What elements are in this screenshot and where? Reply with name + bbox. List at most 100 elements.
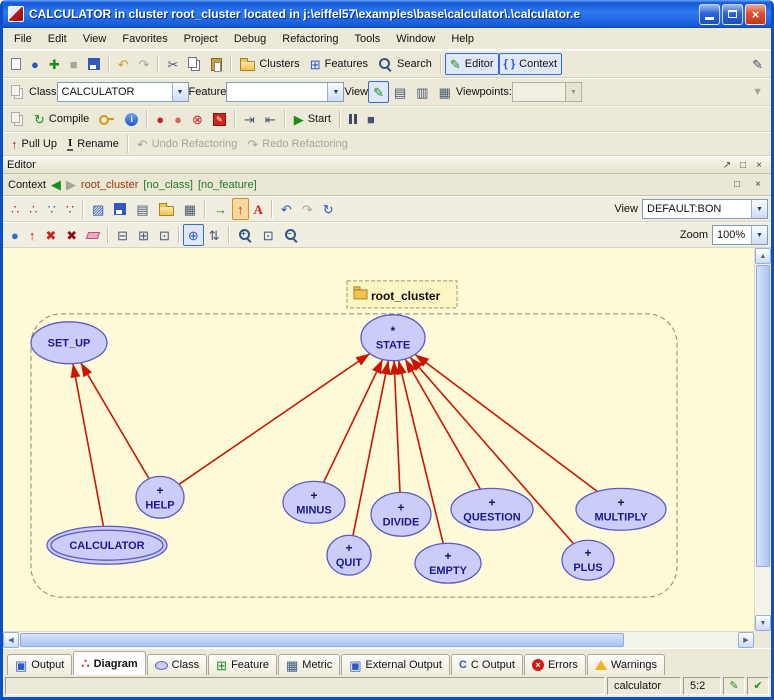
zoom-value[interactable]: 100% [713,226,751,244]
inheritance-tool-button[interactable]: ↑ [232,198,249,220]
scroll-left-icon[interactable]: ◀ [3,632,19,648]
show-grid-button[interactable]: ▦ [179,198,201,220]
close-context-button[interactable]: × [750,177,766,192]
tab-feature[interactable]: ⊞Feature [208,654,277,675]
finalize-button[interactable]: ⊗ [187,108,208,130]
diagram-refresh-button[interactable]: ↻ [318,198,339,220]
context-toggle-button[interactable]: { }Context [499,53,563,75]
tab-metric[interactable]: ▦Metric [278,654,340,675]
tab-class[interactable]: Class [147,654,208,675]
class-node-divide[interactable]: +DIVIDE [371,492,431,536]
vertical-scroll-thumb[interactable] [756,265,770,567]
close-button[interactable]: × [745,4,766,25]
cut-button[interactable]: ✂ [162,53,183,75]
inheritance-links-button[interactable]: ∵ [43,198,61,220]
remove-from-diagram-button[interactable]: ✖ [61,224,82,246]
c-compile-button[interactable]: ✎ [208,108,231,130]
client-supplier-tool-button[interactable]: → [209,198,232,220]
client-link-calculator-set_up[interactable] [73,364,104,531]
diagram-undo-button[interactable]: ↶ [276,198,297,220]
diagram-view-combobox[interactable]: DEFAULT:BON ▼ [642,199,768,219]
zoom-arrow-icon[interactable]: ▼ [751,226,767,244]
menu-window[interactable]: Window [388,30,443,48]
rename-button[interactable]: IRename [62,133,124,155]
stop-process-button[interactable]: ■ [65,53,83,75]
pause-button[interactable] [344,108,362,130]
diagram-view-arrow-icon[interactable]: ▼ [751,200,767,218]
contract-view-button[interactable]: ▦ [434,81,456,103]
stop-debug-button[interactable]: ■ [362,108,380,130]
search-button[interactable]: Search [373,53,437,75]
class-node-plus[interactable]: +PLUS [562,540,614,580]
menu-edit[interactable]: Edit [40,30,75,48]
precompile-button[interactable] [94,108,120,130]
new-file-button[interactable] [6,53,26,75]
history-forward-icon[interactable]: ▶ [66,178,76,191]
save-all-button[interactable] [83,53,105,75]
features-button[interactable]: ⊞Features [305,53,373,75]
cluster-graph-button[interactable]: ∴ [24,198,42,220]
export-image-button[interactable]: ▨ [87,198,109,220]
undock-pane-button[interactable]: ↗ [719,158,735,173]
maximize-context-button[interactable]: □ [729,177,745,192]
menu-favorites[interactable]: Favorites [114,30,175,48]
edit-view-button[interactable]: ✎ [368,81,389,103]
pull-up-button[interactable]: ↑Pull Up [6,133,62,155]
client-link-help-state[interactable] [179,354,370,485]
feature-combobox-arrow-icon[interactable]: ▼ [327,83,343,101]
history-back-icon[interactable]: ◀ [51,178,61,191]
copy-button[interactable] [183,53,206,75]
tab-external-output[interactable]: ▣External Output [341,654,450,675]
maximize-button[interactable] [722,4,743,25]
zoom-combobox[interactable]: 100% ▼ [712,225,768,245]
class-node-empty[interactable]: +EMPTY [415,543,481,583]
tab-output[interactable]: ▣Output [7,654,72,675]
delete-button[interactable]: ✖ [40,224,61,246]
editor-toggle-button[interactable]: ✎Editor [445,53,499,75]
class-combobox-arrow-icon[interactable]: ▼ [172,83,188,101]
compile-button[interactable]: ↻Compile [29,108,94,130]
horizontal-scrollbar[interactable]: ◀ ▶ [3,631,754,648]
scroll-down-icon[interactable]: ▼ [755,615,771,631]
menu-help[interactable]: Help [443,30,482,48]
zoom-fit-button[interactable]: ⊡ [258,224,279,246]
horizontal-scroll-thumb[interactable] [20,633,624,647]
project-info-button[interactable]: i [120,108,143,130]
feature-combobox[interactable]: ▼ [226,82,344,102]
freeze-button[interactable]: ● [169,108,187,130]
client-link-divide-state[interactable] [394,361,400,493]
layout-vertical-button[interactable]: ⊞ [133,224,154,246]
new-class-tool-button[interactable]: ● [6,224,24,246]
start-button[interactable]: ▶Start [289,108,336,130]
tab-c-output[interactable]: CC Output [451,654,523,675]
menu-refactoring[interactable]: Refactoring [274,30,346,48]
menu-debug[interactable]: Debug [226,30,274,48]
step-out-button[interactable]: ⇤ [260,108,281,130]
titlebar[interactable]: CALCULATOR in cluster root_cluster locat… [3,0,771,28]
class-node-state[interactable]: *STATE [361,315,425,361]
class-node-set_up[interactable]: SET_UP [31,322,107,364]
minimize-button[interactable] [699,4,720,25]
client-link-minus-state[interactable] [324,359,383,482]
add-button[interactable]: ✚ [44,53,65,75]
print-diagram-button[interactable]: ▤ [131,198,153,220]
eraser-button[interactable] [82,224,104,246]
redo-button[interactable]: ↷ [134,53,155,75]
diagram-view-value[interactable]: DEFAULT:BON [643,200,751,218]
step-into-button[interactable]: ⇥ [239,108,260,130]
send-to-external-button[interactable] [6,81,29,103]
external-editor-button[interactable]: ✎ [747,53,768,75]
vertical-scrollbar[interactable]: ▲ ▼ [754,248,771,631]
flat-view-button[interactable]: ▤ [389,81,411,103]
close-pane-button[interactable]: × [751,158,767,173]
bon-diagram-svg[interactable]: root_clusterSET_UP*STATE+HELPCALCULATOR+… [3,248,754,631]
feature-combobox-value[interactable] [227,83,327,101]
redo-refactoring-button[interactable]: ↷Redo Refactoring [242,133,353,155]
clusters-button[interactable]: Clusters [235,53,304,75]
tab-warnings[interactable]: Warnings [587,654,665,675]
paste-button[interactable] [206,53,227,75]
class-node-minus[interactable]: +MINUS [283,481,345,523]
scroll-up-icon[interactable]: ▲ [755,248,771,264]
zoom-in-button[interactable]: + [233,224,258,246]
arrange-button[interactable]: ⇅ [204,224,225,246]
